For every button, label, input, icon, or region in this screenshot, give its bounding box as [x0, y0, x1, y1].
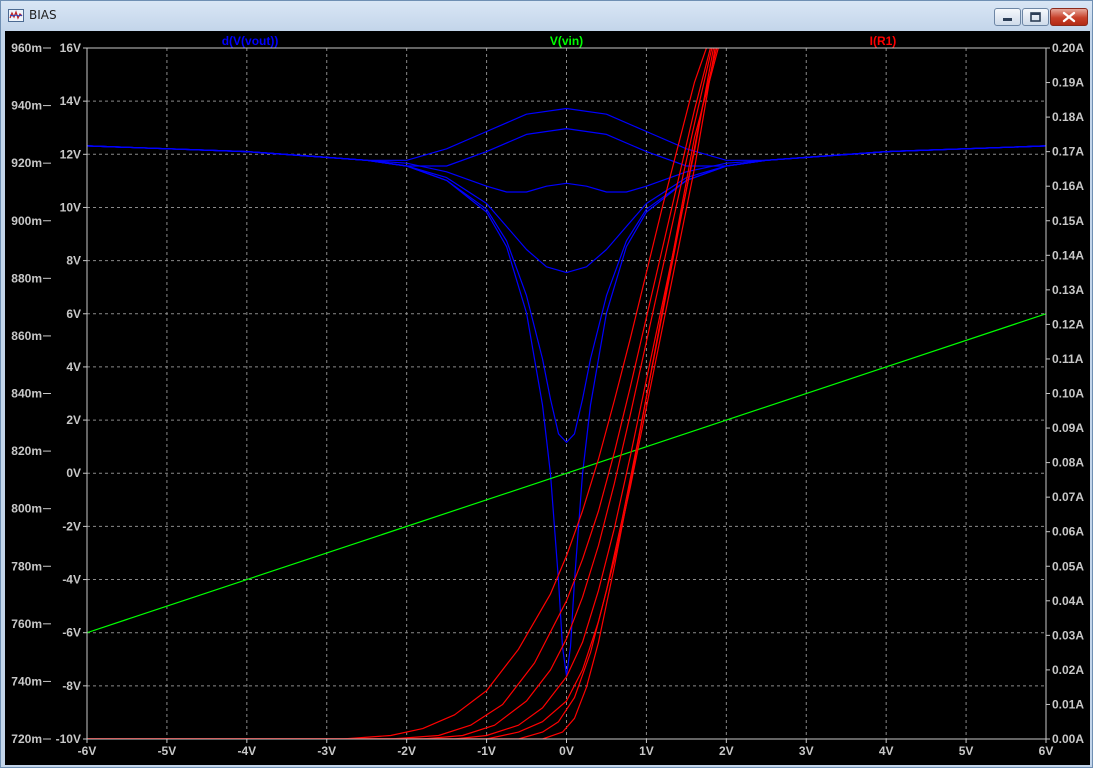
x-tick-label: -1V [477, 744, 496, 758]
left-axis-tick-label: 4V [66, 360, 81, 374]
far-left-axis-tick-label: 920m [11, 156, 42, 170]
far-left-axis-tick-label: 820m [11, 444, 42, 458]
left-axis-tick-label: 12V [60, 147, 81, 161]
left-axis-tick-label: 0V [66, 466, 81, 480]
left-axis-tick-label: 10V [60, 200, 81, 214]
plot-pane[interactable]: -6V -5V -4V -3V -2V -1V 0V 1V 2V 3V 4V 5V 6V -10V -8V -… [5, 31, 1090, 765]
grid [87, 48, 1046, 739]
far-left-axis-tick-label: 740m [11, 674, 42, 688]
x-tick-label: 0V [559, 744, 574, 758]
right-axis-tick-label: 0.05A [1052, 559, 1084, 573]
far-left-axis-tick-label: 880m [11, 271, 42, 285]
maximize-icon [1030, 12, 1041, 22]
far-left-axis-tick-label: 780m [11, 559, 42, 573]
trace-i-r1-line [87, 48, 711, 739]
x-tick-label: 6V [1039, 744, 1054, 758]
left-axis-tick-label: 8V [66, 254, 81, 268]
right-axis-tick-label: 0.08A [1052, 456, 1084, 470]
left-axis-tick-label: -4V [62, 573, 81, 587]
far-left-axis-tick-label: 940m [11, 99, 42, 113]
far-left-axis-tick-label: 840m [11, 387, 42, 401]
trace-i-r1-line [87, 48, 719, 739]
far-left-axis-tick-label: 860m [11, 329, 42, 343]
right-axis-tick-label: 0.07A [1052, 490, 1084, 504]
right-axis-tick-label: 0.00A [1052, 732, 1084, 746]
far-left-axis-tick-label: 720m [11, 732, 42, 746]
right-axis-tick-label: 0.03A [1052, 628, 1084, 642]
left-axis-tick-label: -2V [62, 519, 81, 533]
x-tick-label: 1V [639, 744, 654, 758]
minimize-icon [1003, 18, 1012, 21]
right-axis-tick-label: 0.10A [1052, 387, 1084, 401]
x-tick-label: 4V [879, 744, 894, 758]
x-tick-label: 2V [719, 744, 734, 758]
trace-i-r1-line [87, 48, 718, 739]
right-axis-tick-label: 0.20A [1052, 41, 1084, 55]
left-axis-tick-label: 14V [60, 94, 81, 108]
left-axis-tick-label: 2V [66, 413, 81, 427]
right-axis-tick-label: 0.14A [1052, 248, 1084, 262]
right-axis-tick-label: 0.17A [1052, 145, 1084, 159]
trace-title-v-vin[interactable]: V(vin) [550, 34, 583, 48]
left-axis-tick-label: 16V [60, 41, 81, 55]
close-button[interactable] [1050, 8, 1088, 26]
far-left-axis-tick-label: 960m [11, 41, 42, 55]
left-axis-tick-label: 6V [66, 307, 81, 321]
left-axis-tick-label: -8V [62, 679, 81, 693]
x-tick-label: -4V [237, 744, 256, 758]
right-axis-tick-label: 0.06A [1052, 525, 1084, 539]
x-tick-label: -3V [317, 744, 336, 758]
far-left-axis-tick-label: 800m [11, 502, 42, 516]
waveform-window-icon [8, 9, 24, 22]
x-tick-label: -5V [158, 744, 177, 758]
waveform-chart[interactable]: -6V -5V -4V -3V -2V -1V 0V 1V 2V 3V 4V 5V 6V -10V -8V -… [5, 31, 1090, 765]
right-axis-tick-label: 0.02A [1052, 663, 1084, 677]
right-axis-tick-label: 0.15A [1052, 214, 1084, 228]
window-title: BIAS [29, 8, 57, 22]
right-axis-tick-label: 0.12A [1052, 317, 1084, 331]
close-icon [1062, 11, 1076, 23]
x-tick-label: 3V [799, 744, 814, 758]
minimize-button[interactable] [994, 8, 1021, 26]
waveform-window: BIAS -6V -5V -4V -3V -2V -1V 0V 1V 2V 3V 4V 5V 6V -10… [0, 0, 1093, 768]
right-axis-tick-label: 0.09A [1052, 421, 1084, 435]
trace-title-d-v-vout[interactable]: d(V(vout)) [222, 34, 279, 48]
trace-title-i-r1[interactable]: I(R1) [870, 34, 897, 48]
title-bar[interactable]: BIAS [1, 1, 1092, 31]
far-left-axis-tick-label: 760m [11, 617, 42, 631]
x-tick-label: -2V [397, 744, 416, 758]
trace-i-r1-line [87, 48, 716, 739]
trace-i-r1-line [87, 48, 713, 739]
x-tick-label: -6V [78, 744, 97, 758]
trace-i-r1-line [87, 48, 707, 739]
right-axis-tick-label: 0.18A [1052, 110, 1084, 124]
left-axis-tick-label: -10V [56, 732, 81, 746]
right-axis-tick-label: 0.01A [1052, 697, 1084, 711]
right-axis-tick-label: 0.04A [1052, 594, 1084, 608]
far-left-axis-tick-label: 900m [11, 214, 42, 228]
maximize-button[interactable] [1022, 8, 1049, 26]
trace-i-r1-line [87, 48, 715, 739]
right-axis-tick-label: 0.19A [1052, 76, 1084, 90]
trace-titles[interactable]: d(V(vout)) V(vin) I(R1) [222, 34, 897, 48]
right-axis-tick-label: 0.13A [1052, 283, 1084, 297]
right-axis-tick-label: 0.16A [1052, 179, 1084, 193]
x-tick-label: 5V [959, 744, 974, 758]
left-axis-tick-label: -6V [62, 626, 81, 640]
right-axis-tick-label: 0.11A [1052, 352, 1084, 366]
